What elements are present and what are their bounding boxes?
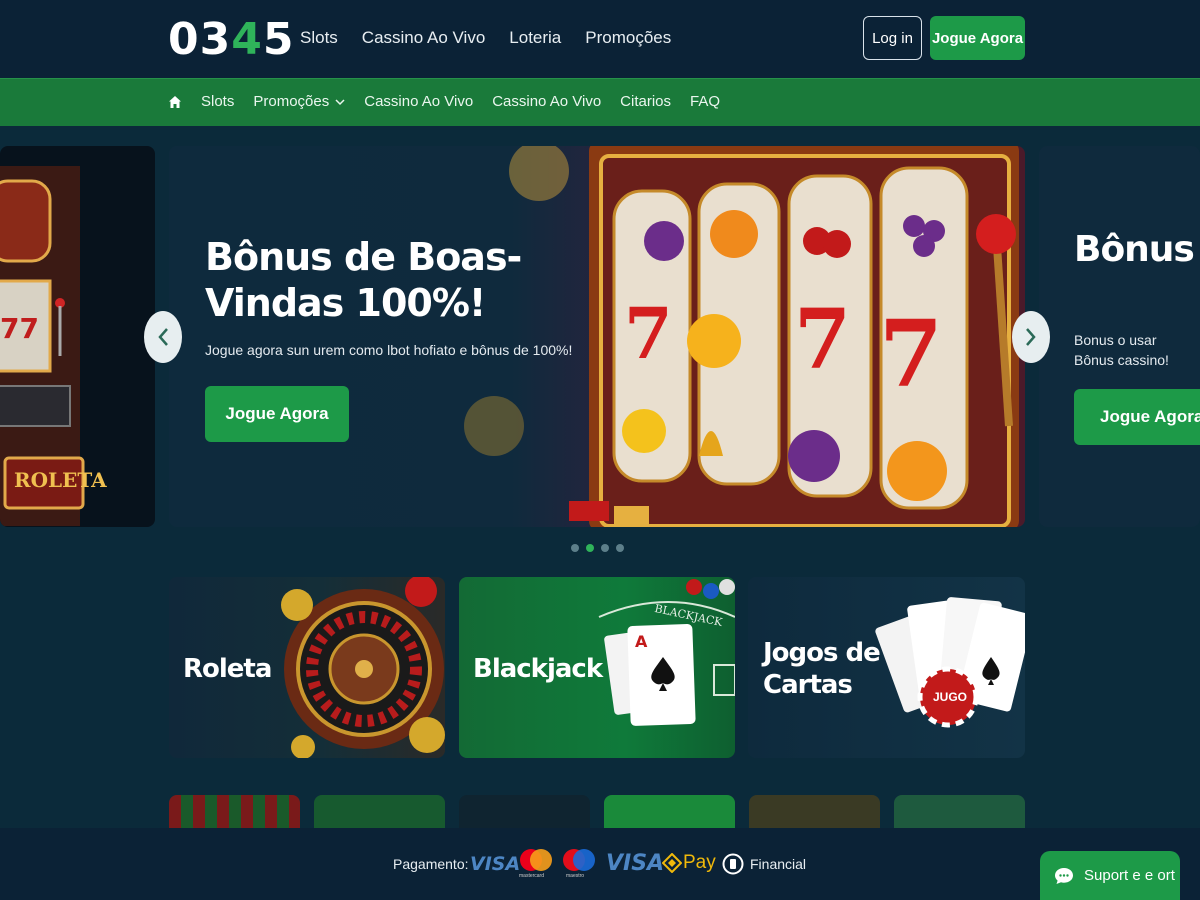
subnav-live-casino-2[interactable]: Cassino Ao Vivo [492, 93, 601, 110]
chevron-right-icon [1026, 328, 1036, 346]
svg-text:7: 7 [794, 292, 851, 388]
financial-icon [722, 853, 744, 875]
chevron-left-icon [158, 328, 168, 346]
carousel-slide-active[interactable]: 7 7 7 [169, 146, 1025, 527]
carousel-dot-1[interactable] [571, 544, 579, 552]
nav-lottery[interactable]: Loteria [509, 28, 561, 48]
category-card-blackjack[interactable]: A BLACKJACK Blackjack [459, 577, 735, 758]
maestro-icon [563, 849, 595, 871]
carousel-dot-4[interactable] [616, 544, 624, 552]
category-label: Jogos de Cartas [763, 638, 881, 700]
payment-label: Pagamento: [393, 856, 469, 872]
hero-play-button[interactable]: Jogue Agora [205, 386, 349, 442]
chevron-down-icon [335, 98, 345, 105]
next-slide-subtitle: Bonus o usar Bônus cassino! [1074, 332, 1169, 368]
next-slide-title-text: Bônus de Boas-Vindas [1074, 229, 1200, 270]
slot-machine-image: 7 7 7 [464, 146, 1019, 527]
hero-subtitle: Jogue agora sun urem como lbot hofiato e… [205, 342, 573, 358]
main-nav: Slots Cassino Ao Vivo Loteria Promoções [300, 28, 671, 48]
svg-text:77: 77 [0, 312, 39, 345]
subnav-promotions-label: Promoções [253, 93, 330, 110]
nav-promotions[interactable]: Promoções [585, 28, 671, 48]
mastercard-text: mastercard [519, 873, 545, 879]
nav-slots[interactable]: Slots [300, 28, 338, 48]
category-label: Blackjack [473, 654, 603, 684]
maestro-text: maestro [566, 873, 585, 879]
nav-live-casino[interactable]: Cassino Ao Vivo [362, 28, 485, 48]
next-slide-title: Bônus de Boas-Vindas [1074, 228, 1200, 272]
carousel-slide-prev[interactable]: 77 ROLETA [0, 146, 155, 527]
logo-text-b: 5 [262, 14, 295, 65]
sub-nav: Slots Promoções Cassino Ao Vivo Cassino … [0, 78, 1200, 126]
category-card-card-games[interactable]: JUGO Jogos de Cartas [748, 577, 1025, 758]
svg-text:7: 7 [879, 300, 943, 408]
pay-text: Pay [683, 852, 716, 873]
chat-icon [1055, 867, 1073, 884]
hero-title: Bônus de Boas-Vindas 100%! [205, 235, 522, 325]
category-card-roulette[interactable]: Roleta [169, 577, 445, 758]
carousel-dots [571, 544, 624, 552]
support-label: Suport e e ort [1084, 867, 1175, 884]
financial-label: Financial [750, 856, 807, 872]
roulette-sign: ROLETA [14, 468, 107, 492]
visa-logo: VISA [470, 853, 521, 875]
play-now-button[interactable]: Jogue Agora [930, 16, 1025, 60]
carousel-dot-2[interactable] [586, 544, 594, 552]
top-header: 0345 Slots Cassino Ao Vivo Loteria Promo… [0, 0, 1200, 78]
svg-text:A: A [635, 632, 648, 651]
subnav-slots[interactable]: Slots [201, 93, 234, 110]
carousel-prev-button[interactable] [144, 311, 182, 363]
subnav-citarios[interactable]: Citarios [620, 93, 671, 110]
logo[interactable]: 0345 [168, 14, 294, 65]
carousel-next-button[interactable] [1012, 311, 1050, 363]
subnav-faq[interactable]: FAQ [690, 93, 720, 110]
carousel-dot-3[interactable] [601, 544, 609, 552]
visa-logo-2: VISA [606, 851, 665, 876]
category-label: Roleta [183, 654, 272, 684]
logo-text-accent: 4 [231, 14, 263, 65]
home-icon[interactable] [168, 95, 182, 109]
login-button[interactable]: Log in [863, 16, 922, 60]
next-slide-play-button[interactable]: Jogue Agora [1074, 389, 1200, 445]
binance-pay-icon [662, 853, 682, 873]
svg-text:7: 7 [624, 292, 673, 375]
chip-text: JUGO [933, 690, 968, 704]
footer [0, 828, 1200, 900]
subnav-promotions[interactable]: Promoções [253, 93, 345, 110]
logo-text-a: 03 [168, 14, 232, 65]
mastercard-icon [520, 849, 552, 871]
support-chat-button[interactable]: Suport e e ort [1040, 851, 1180, 900]
subnav-live-casino[interactable]: Cassino Ao Vivo [364, 93, 473, 110]
